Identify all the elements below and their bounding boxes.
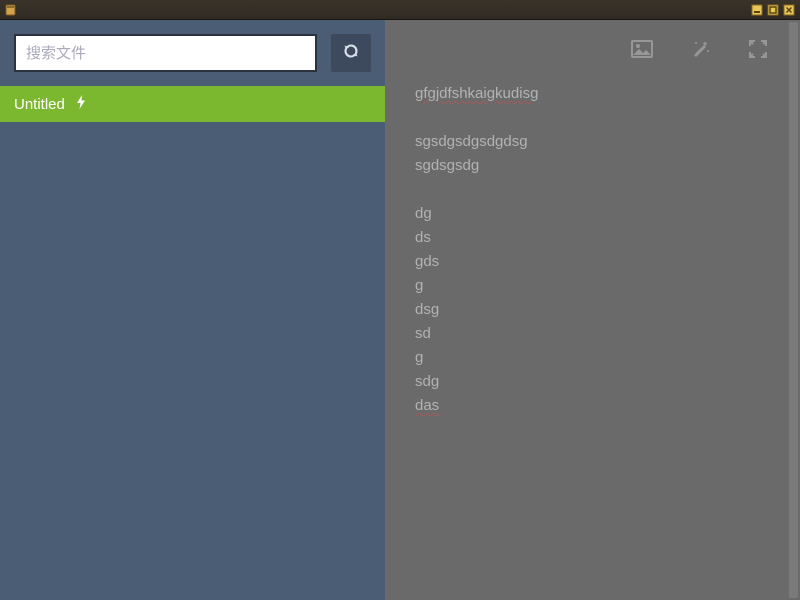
maximize-button[interactable]: [766, 3, 780, 17]
editor-line: g: [415, 274, 770, 298]
file-item-untitled[interactable]: Untitled: [0, 86, 385, 122]
editor-line: ds: [415, 226, 770, 250]
scrollbar-thumb[interactable]: [789, 22, 798, 598]
expand-icon[interactable]: [746, 37, 770, 61]
scrollbar-track[interactable]: [789, 22, 798, 598]
editor-line: das: [415, 394, 770, 418]
magic-wand-icon[interactable]: [688, 37, 712, 61]
editor-line: gfgjdfshkaigkudisg: [415, 82, 770, 106]
search-input[interactable]: [14, 34, 317, 72]
window-titlebar: [0, 0, 800, 20]
editor-area[interactable]: gfgjdfshkaigkudisg sgsdgsdgsdgdsgsgdsgsd…: [385, 78, 800, 438]
editor-line: sgsdgsdgsdgdsg: [415, 130, 770, 154]
file-list: Untitled: [0, 86, 385, 600]
editor-line: [415, 106, 770, 130]
app-icon: [4, 3, 18, 17]
sidebar: Untitled: [0, 20, 385, 600]
editor-line: dsg: [415, 298, 770, 322]
content-toolbar: [385, 20, 800, 78]
editor-line: sd: [415, 322, 770, 346]
editor-line: dg: [415, 202, 770, 226]
editor-line: sgdsgsdg: [415, 154, 770, 178]
refresh-button[interactable]: [331, 34, 371, 72]
bolt-icon: [75, 95, 87, 114]
editor-line: [415, 178, 770, 202]
content-pane: gfgjdfshkaigkudisg sgsdgsdgsdgdsgsgdsgsd…: [385, 20, 800, 600]
image-icon[interactable]: [630, 37, 654, 61]
editor-line: sdg: [415, 370, 770, 394]
minimize-button[interactable]: [750, 3, 764, 17]
editor-line: gds: [415, 250, 770, 274]
file-label: Untitled: [14, 96, 65, 113]
refresh-icon: [342, 42, 360, 65]
close-button[interactable]: [782, 3, 796, 17]
editor-line: g: [415, 346, 770, 370]
